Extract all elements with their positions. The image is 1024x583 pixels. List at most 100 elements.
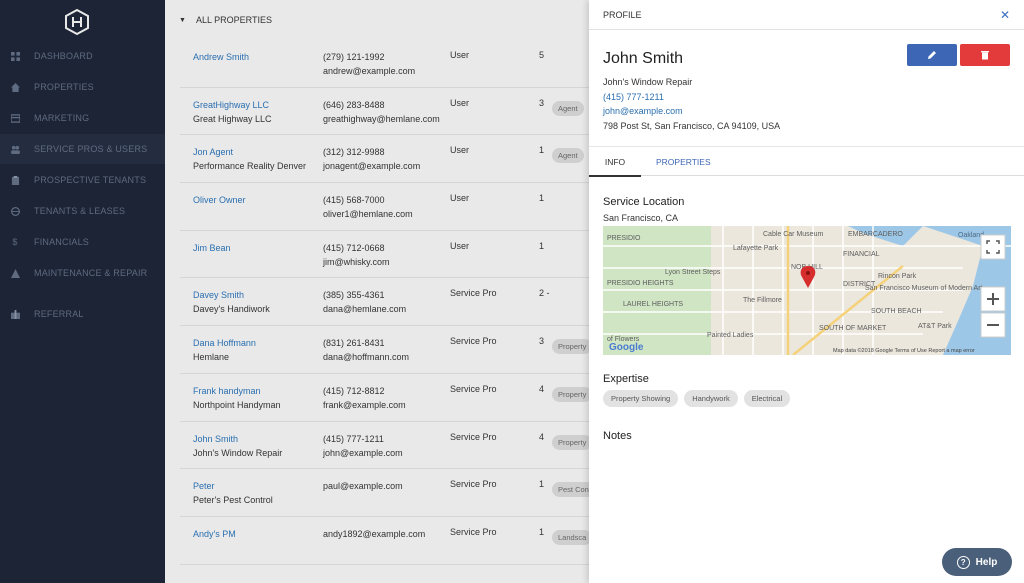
table-row[interactable]: Davey Smith Davey's Handiwork (385) 355-43… bbox=[180, 278, 589, 327]
row-contact-cell: (279) 121-1992 andrew@example.com bbox=[323, 50, 443, 78]
profile-company: John's Window Repair bbox=[603, 77, 693, 87]
map-label: FINANCIAL bbox=[843, 251, 880, 258]
map-label: Oakland bbox=[958, 232, 984, 239]
row-role: Service Pro bbox=[450, 431, 497, 442]
profile-email-link[interactable]: john@example.com bbox=[603, 104, 780, 119]
table-row[interactable]: Peter Peter's Pest Control paul@example.co… bbox=[180, 469, 589, 517]
sidebar-item-label: Service Pros & Users bbox=[34, 144, 148, 154]
row-name-cell: Dana Hoffmann Hemlane bbox=[193, 336, 313, 364]
table-row[interactable]: Jon Agent Performance Reality Denver (312)… bbox=[180, 135, 589, 184]
trash-icon bbox=[981, 51, 989, 60]
row-contact-cell: (312) 312-9988 jonagent@example.com bbox=[323, 145, 443, 173]
row-role: User bbox=[450, 145, 470, 156]
properties-filter[interactable]: ▼ ALL PROPERTIES bbox=[165, 0, 589, 40]
row-tag-badge: Pest Con bbox=[552, 482, 589, 498]
row-email: paul@example.com bbox=[323, 481, 403, 492]
map-label: Lafayette Park bbox=[733, 245, 779, 252]
table-row[interactable]: John Smith John's Window Repair (415) 777-… bbox=[180, 422, 589, 470]
map-label: SOUTH BEACH bbox=[871, 308, 922, 315]
map-label: PRESIDIO HEIGHTS bbox=[607, 280, 674, 287]
table-row[interactable]: Frank handyman Northpoint Handyman (415) 7… bbox=[180, 374, 589, 422]
help-button[interactable]: ? Help bbox=[942, 548, 1012, 576]
map-label: AT&T Park bbox=[918, 323, 952, 330]
fullscreen-button[interactable] bbox=[980, 234, 1006, 260]
marketing-icon bbox=[10, 113, 20, 123]
table-row[interactable]: Oliver Owner (415) 568-7000 oliver1@hemlan… bbox=[180, 183, 589, 231]
close-icon[interactable]: ✕ bbox=[1000, 8, 1010, 22]
clipboard-icon bbox=[10, 175, 20, 185]
gift-icon bbox=[10, 309, 20, 319]
delete-button[interactable] bbox=[960, 44, 1010, 66]
row-role: User bbox=[450, 193, 470, 204]
row-name-link[interactable]: John Smith bbox=[193, 432, 313, 446]
sidebar-item-tenants-leases[interactable]: Tenants & Leases bbox=[0, 196, 165, 226]
sidebar-item-financials[interactable]: $ Financials bbox=[0, 227, 165, 257]
service-pros-list: ▼ ALL PROPERTIES Andrew Smith (279) 121-1… bbox=[165, 0, 589, 583]
sidebar-item-maintenance[interactable]: Maintenance & Repair bbox=[0, 258, 165, 288]
profile-tabs: Info Properties bbox=[589, 146, 1024, 177]
row-email: oliver1@hemlane.com bbox=[323, 209, 413, 220]
row-name-link[interactable]: Peter bbox=[193, 479, 313, 493]
map-attribution[interactable]: Map data ©2018 Google Terms of Use Repor… bbox=[833, 347, 975, 354]
zoom-in-button[interactable] bbox=[980, 286, 1006, 312]
sidebar-item-referral[interactable]: Referral bbox=[0, 299, 165, 329]
map-label: Rincon Park bbox=[878, 273, 917, 280]
map-label: San Francisco Museum of Modern Art bbox=[865, 285, 983, 292]
expertise-chip: Electrical bbox=[743, 390, 791, 407]
sidebar-item-properties[interactable]: Properties bbox=[0, 72, 165, 102]
sidebar-item-service-pros[interactable]: Service Pros & Users bbox=[0, 134, 165, 164]
service-location-map[interactable]: Cable Car Museum EMBARCADERO PRESIDIO La… bbox=[603, 226, 1011, 355]
dashboard-icon bbox=[10, 51, 20, 61]
row-contact-cell: (415) 712-8812 frank@example.com bbox=[323, 384, 443, 412]
row-count: 1 bbox=[539, 145, 545, 156]
row-name-link[interactable]: Frank handyman bbox=[193, 384, 313, 398]
sidebar-item-marketing[interactable]: Marketing bbox=[0, 103, 165, 133]
hemlane-logo-icon[interactable] bbox=[63, 8, 91, 36]
row-count: 1 bbox=[539, 526, 545, 537]
sidebar-item-label: Properties bbox=[34, 82, 94, 92]
expertise-title: Expertise bbox=[603, 373, 649, 385]
sidebar-item-dashboard[interactable]: Dashboard bbox=[0, 41, 165, 71]
row-name-link[interactable]: Davey Smith bbox=[193, 288, 313, 302]
zoom-out-button[interactable] bbox=[980, 312, 1006, 338]
row-count: 2 - bbox=[539, 288, 550, 299]
row-company: Performance Reality Denver bbox=[193, 161, 307, 172]
tab-info[interactable]: Info bbox=[589, 147, 641, 177]
table-row[interactable]: Dana Hoffmann Hemlane (831) 261-8431 dana@h… bbox=[180, 326, 589, 374]
edit-button[interactable] bbox=[907, 44, 957, 66]
help-icon: ? bbox=[956, 555, 970, 569]
row-name-link[interactable]: Andrew Smith bbox=[193, 50, 313, 64]
profile-phone-link[interactable]: (415) 777-1211 bbox=[603, 90, 780, 105]
table-row[interactable]: Andrew Smith (279) 121-1992 andrew@example… bbox=[180, 40, 589, 88]
service-location-value: San Francisco, CA bbox=[603, 213, 679, 223]
row-name-link[interactable]: Oliver Owner bbox=[193, 193, 313, 207]
help-label: Help bbox=[975, 556, 998, 568]
row-name-cell: Frank handyman Northpoint Handyman bbox=[193, 384, 313, 412]
row-company: Davey's Handiwork bbox=[193, 304, 270, 315]
map-label: LAUREL HEIGHTS bbox=[623, 301, 683, 308]
row-contact-cell: (415) 568-7000 oliver1@hemlane.com bbox=[323, 193, 443, 221]
row-company: Great Highway LLC bbox=[193, 113, 272, 124]
row-name-cell: Jon Agent Performance Reality Denver bbox=[193, 145, 313, 173]
table-row[interactable]: Jim Bean (415) 712-0668 jim@whisky.com User… bbox=[180, 231, 589, 279]
row-name-link[interactable]: Jon Agent bbox=[193, 145, 313, 159]
table-row[interactable]: GreatHighway LLC Great Highway LLC (646) 2… bbox=[180, 88, 589, 136]
row-name-link[interactable]: Andy's PM bbox=[193, 527, 313, 541]
profile-header: PROFILE bbox=[589, 0, 1024, 30]
row-name-cell: Peter Peter's Pest Control bbox=[193, 479, 313, 507]
sidebar-item-prospective-tenants[interactable]: Prospective Tenants bbox=[0, 165, 165, 195]
sidebar-item-label: Dashboard bbox=[34, 51, 93, 61]
row-contact-cell: (415) 777-1211 john@example.com bbox=[323, 432, 443, 460]
row-name-link[interactable]: Jim Bean bbox=[193, 241, 313, 255]
row-name-link[interactable]: GreatHighway LLC bbox=[193, 98, 313, 112]
sidebar: Dashboard Properties Marketing Service P… bbox=[0, 0, 165, 583]
map-label: SOUTH OF MARKET bbox=[819, 325, 887, 332]
tab-properties[interactable]: Properties bbox=[656, 147, 711, 177]
row-role: User bbox=[450, 50, 470, 60]
table-row[interactable]: Andy's PM andy1892@example.com Service Pro… bbox=[180, 517, 589, 565]
row-name-link[interactable]: Dana Hoffmann bbox=[193, 336, 313, 350]
row-role: Service Pro bbox=[450, 383, 497, 394]
row-contact-cell: (646) 283-8488 greathighway@hemlane.com bbox=[323, 98, 443, 126]
sidebar-item-label: Prospective Tenants bbox=[34, 175, 147, 185]
row-name-cell: GreatHighway LLC Great Highway LLC bbox=[193, 98, 313, 126]
